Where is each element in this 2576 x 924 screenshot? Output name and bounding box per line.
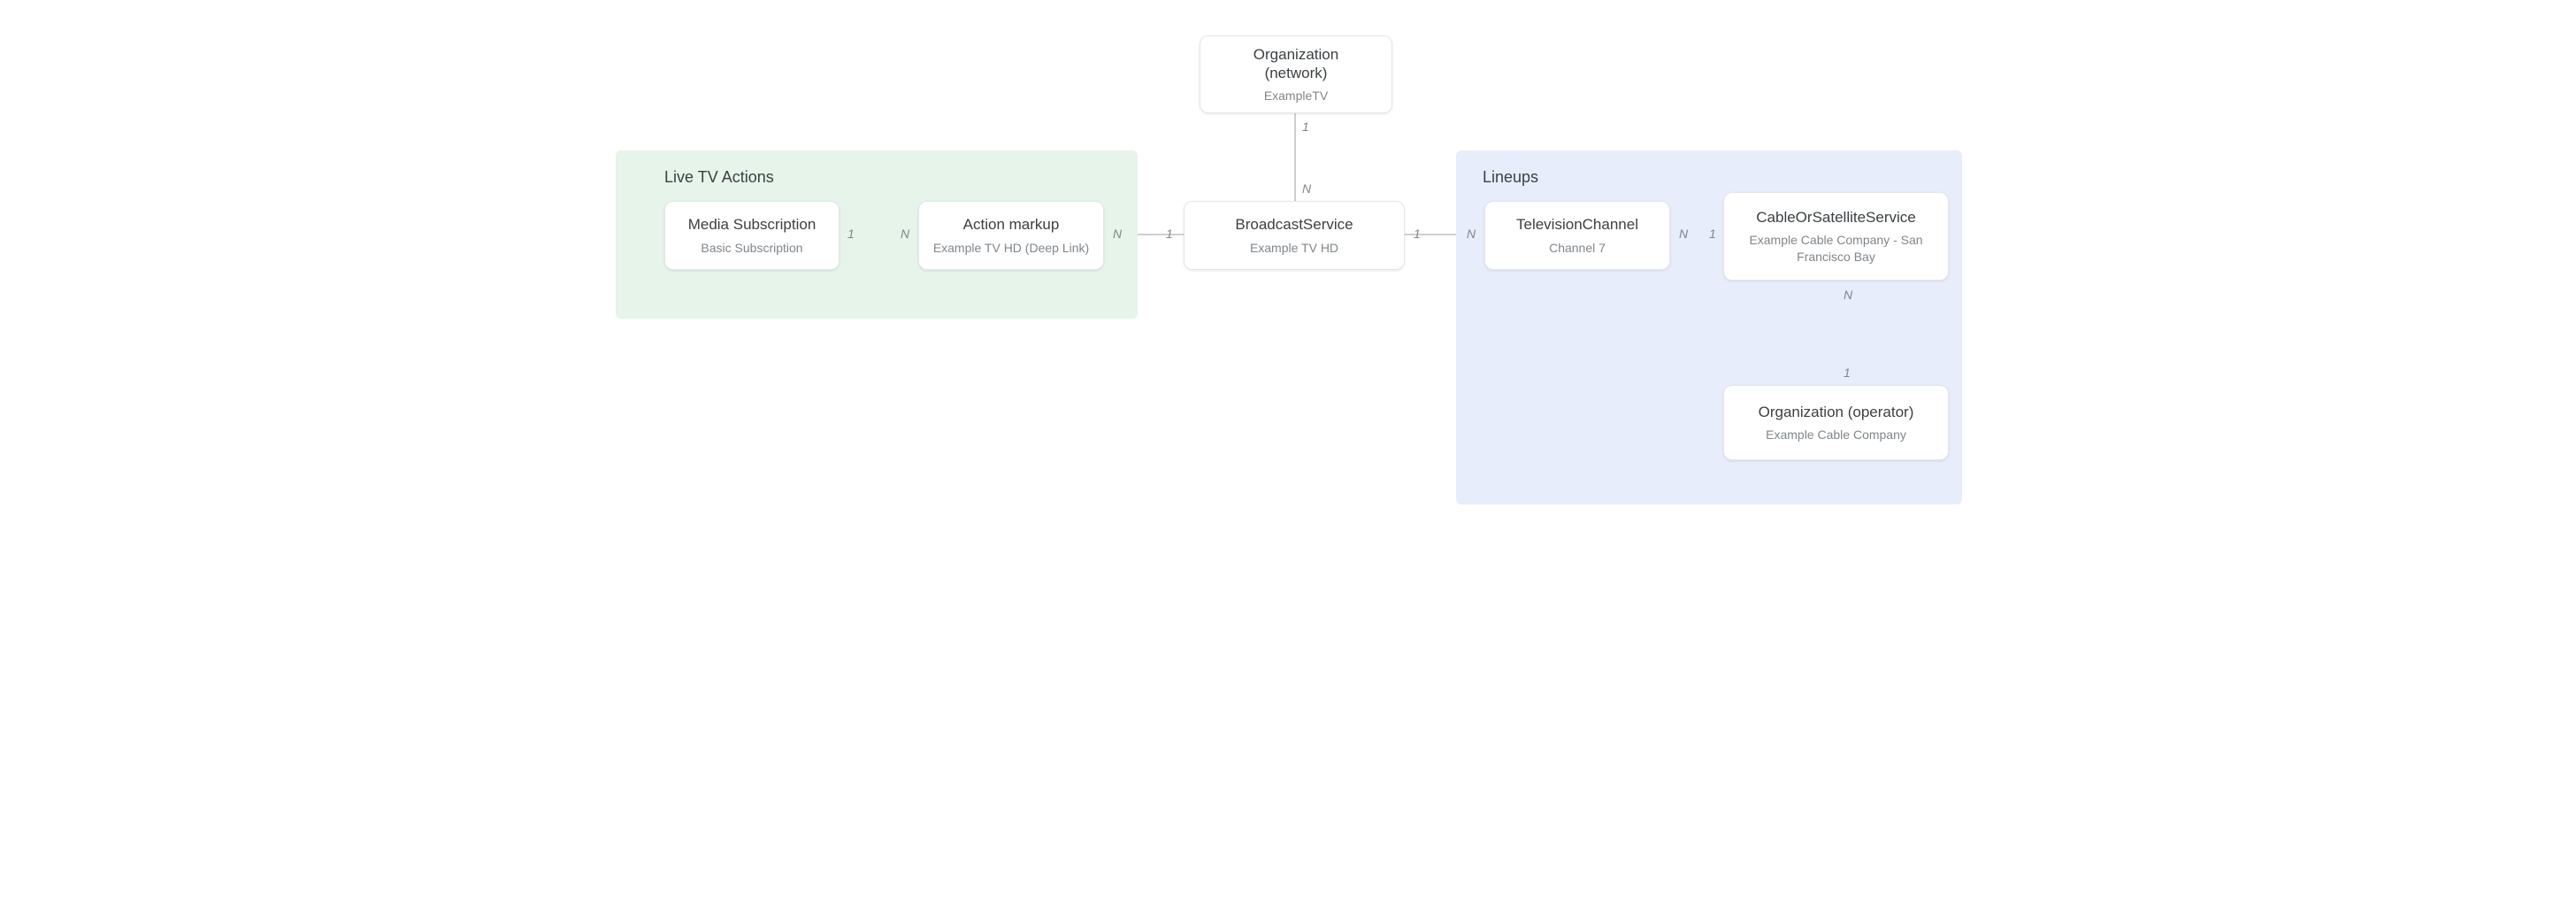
node-action-markup: Action markup Example TV HD (Deep Link) xyxy=(918,201,1104,270)
region-title-lineups: Lineups xyxy=(1483,168,1538,187)
node-title: Action markup xyxy=(963,215,1060,234)
node-broadcast-service: BroadcastService Example TV HD xyxy=(1184,201,1405,270)
node-subtitle: Example TV HD (Deep Link) xyxy=(933,240,1089,256)
node-subtitle: Example Cable Company xyxy=(1766,427,1906,443)
node-subtitle: Example Cable Company - San Francisco Ba… xyxy=(1736,232,1936,264)
node-title: Organization (operator) xyxy=(1759,403,1914,421)
cardinality-label: N xyxy=(1679,227,1688,241)
node-cable-or-satellite-service: CableOrSatelliteService Example Cable Co… xyxy=(1723,192,1949,281)
cardinality-label: N xyxy=(1844,288,1852,302)
cardinality-label: 1 xyxy=(847,227,855,241)
node-title: TelevisionChannel xyxy=(1516,215,1638,234)
node-media-subscription: Media Subscription Basic Subscription xyxy=(664,201,840,270)
cardinality-label: 1 xyxy=(1166,227,1173,241)
node-title: BroadcastService xyxy=(1235,215,1353,234)
cardinality-label: N xyxy=(1467,227,1476,241)
cardinality-label: N xyxy=(901,227,909,241)
cardinality-label: N xyxy=(1302,181,1311,196)
diagram-stage: Live TV Actions Lineups Organization (ne… xyxy=(598,18,1978,513)
node-subtitle: Basic Subscription xyxy=(701,240,802,256)
node-title: Organization (network) xyxy=(1254,45,1338,83)
cardinality-label: 1 xyxy=(1844,366,1851,380)
node-subtitle: ExampleTV xyxy=(1264,88,1328,104)
cardinality-label: 1 xyxy=(1709,227,1716,241)
node-subtitle: Example TV HD xyxy=(1250,240,1338,256)
cardinality-label: 1 xyxy=(1302,119,1309,134)
cardinality-label: N xyxy=(1113,227,1122,241)
node-organization-operator: Organization (operator) Example Cable Co… xyxy=(1723,385,1949,460)
node-organization-network: Organization (network) ExampleTV xyxy=(1200,35,1392,113)
region-title-live-tv: Live TV Actions xyxy=(664,168,774,187)
node-subtitle: Channel 7 xyxy=(1549,240,1606,256)
node-television-channel: TelevisionChannel Channel 7 xyxy=(1484,201,1670,270)
node-title: Media Subscription xyxy=(688,215,816,234)
node-title: CableOrSatelliteService xyxy=(1756,208,1915,227)
cardinality-label: 1 xyxy=(1414,227,1421,241)
